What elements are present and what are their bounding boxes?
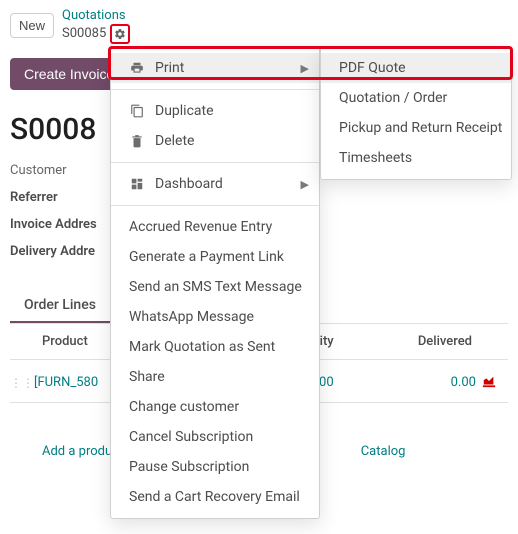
menu-share[interactable]: Share xyxy=(111,362,319,392)
submenu-quotation-order[interactable]: Quotation / Order xyxy=(321,83,511,113)
breadcrumb-sub: S00085 xyxy=(62,26,106,42)
breadcrumb: New Quotations S00085 xyxy=(10,8,508,44)
new-button[interactable]: New xyxy=(10,13,54,38)
print-submenu: PDF Quote Quotation / Order Pickup and R… xyxy=(320,46,512,180)
breadcrumb-top[interactable]: Quotations xyxy=(62,8,130,24)
page-root: New Quotations S00085 Create Invoice S00… xyxy=(0,0,518,534)
menu-print-label: Print xyxy=(155,60,184,76)
col-delivered: Delivered xyxy=(344,334,508,349)
chevron-right-icon: ▶ xyxy=(301,62,309,75)
submenu-timesheets[interactable]: Timesheets xyxy=(321,143,511,173)
menu-print[interactable]: Print ▶ xyxy=(111,53,319,83)
menu-separator xyxy=(111,89,319,90)
menu-accrued-revenue[interactable]: Accrued Revenue Entry xyxy=(111,212,319,242)
submenu-pdf-quote[interactable]: PDF Quote xyxy=(321,53,511,83)
menu-duplicate[interactable]: Duplicate xyxy=(111,96,319,126)
gear-menu: Print ▶ Duplicate Delete Dashboard ▶ Acc… xyxy=(110,46,320,519)
menu-mark-sent[interactable]: Mark Quotation as Sent xyxy=(111,332,319,362)
cell-delivered[interactable]: 0.00 xyxy=(344,374,508,392)
tab-order-lines[interactable]: Order Lines xyxy=(10,287,110,323)
menu-sms[interactable]: Send an SMS Text Message xyxy=(111,272,319,302)
drag-handle-icon[interactable]: ⋮⋮ xyxy=(10,376,34,390)
duplicate-icon xyxy=(129,104,145,118)
submenu-pickup-return[interactable]: Pickup and Return Receipt xyxy=(321,113,511,143)
menu-dashboard[interactable]: Dashboard ▶ xyxy=(111,169,319,199)
menu-separator xyxy=(111,162,319,163)
gear-icon[interactable] xyxy=(110,24,130,44)
menu-separator xyxy=(111,205,319,206)
menu-pause-subscription[interactable]: Pause Subscription xyxy=(111,452,319,482)
chevron-right-icon: ▶ xyxy=(301,178,309,191)
catalog-link[interactable]: Catalog xyxy=(361,444,406,459)
print-icon xyxy=(129,61,145,75)
menu-cancel-subscription[interactable]: Cancel Subscription xyxy=(111,422,319,452)
menu-change-customer[interactable]: Change customer xyxy=(111,392,319,422)
graph-icon[interactable] xyxy=(482,374,496,392)
dashboard-icon xyxy=(129,177,145,191)
menu-cart-recovery[interactable]: Send a Cart Recovery Email xyxy=(111,482,319,512)
breadcrumb-stack: Quotations S00085 xyxy=(62,8,130,44)
menu-delete[interactable]: Delete xyxy=(111,126,319,156)
menu-payment-link[interactable]: Generate a Payment Link xyxy=(111,242,319,272)
delete-icon xyxy=(129,134,145,148)
menu-whatsapp[interactable]: WhatsApp Message xyxy=(111,302,319,332)
